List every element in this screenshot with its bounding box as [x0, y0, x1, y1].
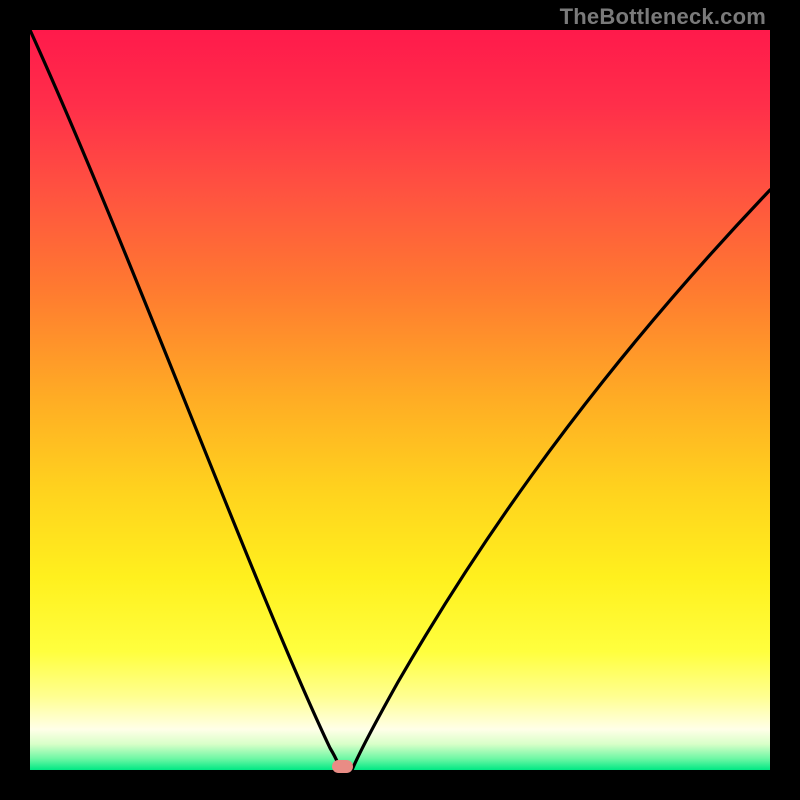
plot-area: [30, 30, 770, 770]
optimum-marker: [332, 760, 353, 773]
bottleneck-curve: [30, 30, 770, 770]
watermark-text: TheBottleneck.com: [560, 4, 766, 30]
chart-frame: TheBottleneck.com: [0, 0, 800, 800]
curve-layer: [30, 30, 770, 770]
